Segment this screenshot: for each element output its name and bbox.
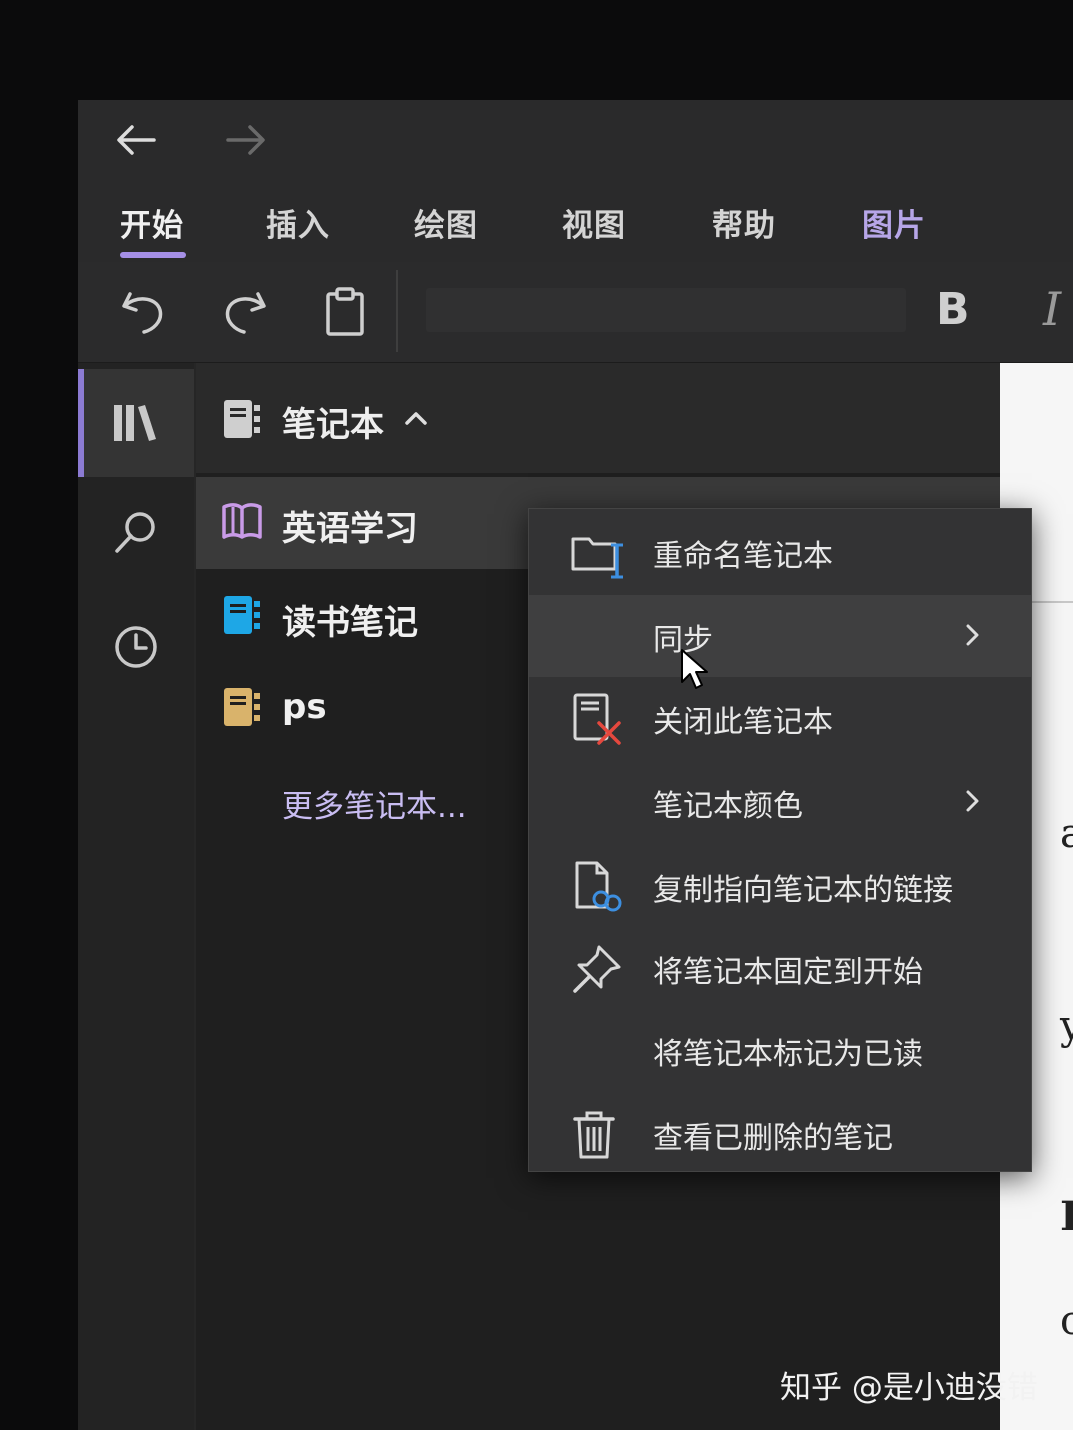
mouse-cursor-icon [681, 649, 708, 689]
menu-label: 将笔记本标记为已读 [653, 1037, 923, 1072]
toolbar-separator [396, 270, 398, 352]
notebooks-header-label: 笔记本 [282, 405, 384, 445]
italic-button[interactable]: I [1043, 282, 1061, 336]
font-name-box[interactable] [426, 288, 906, 332]
tab-draw[interactable]: 绘图 [414, 200, 478, 245]
menu-item-copy-link[interactable]: 复制指向笔记本的链接 [529, 845, 1031, 927]
rail-search-button[interactable] [78, 479, 194, 587]
menu-item-view-deleted[interactable]: 查看已删除的笔记 [529, 1093, 1031, 1175]
forward-button[interactable] [224, 122, 268, 158]
chevron-up-icon [405, 412, 427, 425]
redo-icon [225, 292, 266, 334]
notebook-label: 英语学习 [282, 509, 418, 549]
notebook-icon [224, 688, 260, 726]
chevron-right-icon [961, 785, 985, 817]
menu-item-sync[interactable]: 同步 [529, 595, 1031, 677]
redo-button[interactable] [216, 284, 272, 340]
ribbon-toolbar: B I [78, 262, 1073, 363]
page-text-fragment: I [1060, 1193, 1073, 1240]
copy-link-icon [569, 859, 625, 915]
clipboard-icon [326, 287, 364, 336]
menu-label: 复制指向笔记本的链接 [653, 873, 953, 908]
open-book-icon [222, 503, 262, 539]
undo-button[interactable] [116, 284, 172, 340]
tab-home[interactable]: 开始 [120, 200, 184, 245]
more-notebooks-link[interactable]: 更多笔记本... [282, 781, 467, 826]
back-arrow-icon [117, 125, 156, 155]
menu-label: 重命名笔记本 [653, 539, 833, 574]
chevron-right-icon [961, 619, 985, 651]
tab-help[interactable]: 帮助 [712, 200, 776, 245]
tab-insert[interactable]: 插入 [266, 200, 330, 245]
undo-icon [122, 292, 163, 334]
page-text-fragment: a [1060, 811, 1073, 857]
rename-icon [569, 525, 625, 581]
notebooks-header[interactable]: 笔记本 [196, 363, 1000, 473]
notebooks-icon [114, 405, 156, 441]
notebook-icon [224, 400, 260, 438]
search-icon [115, 512, 155, 553]
close-notebook-icon [569, 691, 625, 747]
active-tab-indicator [120, 252, 186, 258]
rail-notebooks-button[interactable] [78, 369, 194, 477]
title-bar [78, 100, 1073, 182]
notebook-context-menu: 重命名笔记本 同步 关闭此笔记本 笔记本颜色 复制指向笔记本的链接 将笔记本固定… [528, 508, 1032, 1172]
menu-item-mark-read[interactable]: 将笔记本标记为已读 [529, 1009, 1031, 1091]
page-text-fragment: y [1060, 1003, 1073, 1049]
rail-recent-button[interactable] [78, 593, 194, 701]
forward-arrow-icon [226, 125, 265, 155]
menu-item-notebook-color[interactable]: 笔记本颜色 [529, 761, 1031, 843]
notebook-label: 读书笔记 [282, 603, 418, 643]
back-button[interactable] [114, 122, 158, 158]
notebook-icon [224, 596, 260, 634]
notebook-label: ps [282, 687, 327, 727]
page-title-rule [1030, 601, 1073, 603]
bold-button[interactable]: B [936, 284, 970, 335]
menu-label: 将笔记本固定到开始 [653, 955, 923, 990]
ribbon-tabs: 开始 插入 绘图 视图 帮助 图片 [78, 182, 1073, 262]
nav-rail [78, 363, 194, 1430]
rail-active-indicator [78, 369, 84, 477]
menu-item-close-notebook[interactable]: 关闭此笔记本 [529, 677, 1031, 759]
menu-label: 查看已删除的笔记 [653, 1121, 893, 1156]
menu-label: 笔记本颜色 [653, 789, 803, 824]
page-text-fragment: c [1060, 1298, 1073, 1344]
menu-item-pin-to-start[interactable]: 将笔记本固定到开始 [529, 927, 1031, 1009]
menu-item-rename[interactable]: 重命名笔记本 [529, 511, 1031, 593]
tab-picture[interactable]: 图片 [862, 200, 926, 245]
watermark-text: 知乎 @是小迪没错 [780, 1370, 1038, 1406]
pin-icon [569, 941, 625, 997]
tab-view[interactable]: 视图 [562, 200, 626, 245]
paste-button[interactable] [318, 284, 374, 340]
recent-icon [115, 626, 157, 668]
menu-label: 关闭此笔记本 [653, 705, 833, 740]
trash-icon [569, 1107, 625, 1163]
